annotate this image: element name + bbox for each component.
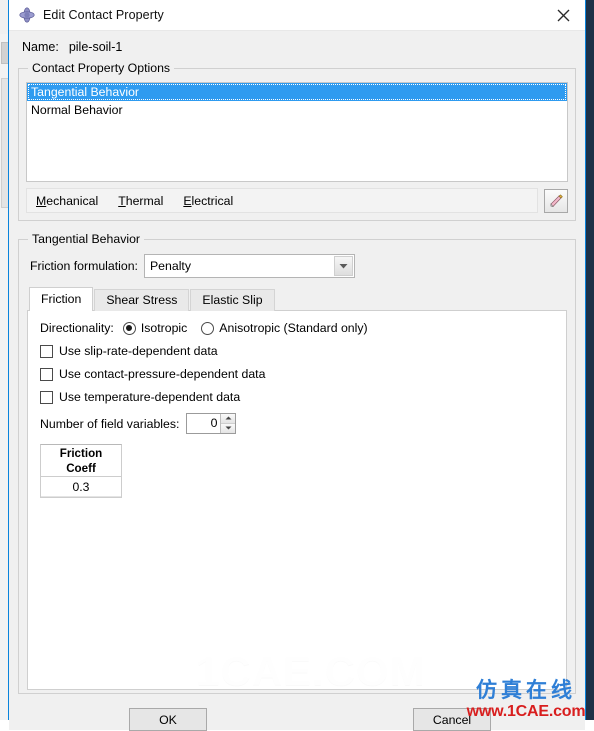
table-header-line2: Coeff [41, 461, 121, 476]
checkbox-slip-rate-box [40, 345, 53, 358]
behavior-menubar: Mechanical Thermal Electrical [26, 188, 538, 213]
behavior-listbox[interactable]: Tangential Behavior Normal Behavior [26, 82, 568, 182]
tab-elastic-slip[interactable]: Elastic Slip [190, 289, 274, 311]
behavior-menu-row: Mechanical Thermal Electrical [26, 188, 568, 213]
dialog-button-bar: OK Cancel [9, 694, 585, 730]
checkbox-slip-rate-label: Use slip-rate-dependent data [59, 344, 218, 358]
friction-formulation-label: Friction formulation: [30, 259, 138, 273]
close-icon[interactable] [541, 0, 585, 30]
friction-coefficient-table[interactable]: Friction Coeff 0.3 [40, 444, 122, 498]
checkbox-contact-pressure-dependent[interactable]: Use contact-pressure-dependent data [40, 367, 554, 381]
field-variables-label: Number of field variables: [40, 417, 179, 431]
stepper-buttons[interactable] [220, 414, 235, 433]
friction-formulation-select[interactable]: Penalty [144, 254, 355, 278]
radio-isotropic[interactable]: Isotropic [123, 321, 187, 335]
field-variables-row: Number of field variables: 0 [40, 413, 554, 434]
directionality-row: Directionality: Isotropic Anisotropic (S… [40, 321, 554, 335]
checkbox-temperature-label: Use temperature-dependent data [59, 390, 240, 404]
checkbox-slip-rate-dependent[interactable]: Use slip-rate-dependent data [40, 344, 554, 358]
watermark-center: 1CAE.COM [196, 647, 426, 690]
stepper-up-icon[interactable] [221, 414, 235, 424]
friction-tabstrip: Friction Shear Stress Elastic Slip [27, 287, 567, 311]
contact-property-options-label: Contact Property Options [28, 61, 174, 75]
directionality-label: Directionality: [40, 321, 114, 335]
dialog-title: Edit Contact Property [43, 8, 164, 22]
field-variables-stepper[interactable]: 0 [186, 413, 236, 434]
friction-tab-panel: Directionality: Isotropic Anisotropic (S… [27, 310, 567, 690]
stepper-down-icon[interactable] [221, 424, 235, 434]
dialog-body: Name: pile-soil-1 Contact Property Optio… [9, 31, 585, 694]
radio-anisotropic[interactable]: Anisotropic (Standard only) [201, 321, 367, 335]
checkbox-contact-pressure-box [40, 368, 53, 381]
radio-isotropic-label: Isotropic [141, 321, 187, 335]
checkbox-temperature-box [40, 391, 53, 404]
tangential-behavior-label: Tangential Behavior [28, 232, 144, 246]
name-value: pile-soil-1 [69, 40, 123, 54]
list-item-normal-behavior[interactable]: Normal Behavior [27, 101, 567, 119]
table-header-friction-coeff: Friction Coeff [41, 445, 121, 477]
friction-formulation-row: Friction formulation: Penalty [27, 254, 567, 278]
radio-isotropic-dot [123, 322, 136, 335]
name-label: Name: [22, 40, 59, 54]
menu-item-thermal[interactable]: Thermal [118, 194, 163, 208]
table-row[interactable]: 0.3 [41, 477, 121, 497]
friction-formulation-value: Penalty [145, 259, 191, 273]
edit-contact-property-dialog: Edit Contact Property Name: pile-soil-1 … [8, 0, 586, 720]
tab-shear-stress[interactable]: Shear Stress [94, 289, 189, 311]
chevron-down-icon[interactable] [334, 256, 353, 276]
menu-item-electrical[interactable]: Electrical [183, 194, 233, 208]
radio-anisotropic-label: Anisotropic (Standard only) [219, 321, 367, 335]
checkbox-temperature-dependent[interactable]: Use temperature-dependent data [40, 390, 554, 404]
tangential-behavior-group: Tangential Behavior Friction formulation… [18, 239, 576, 694]
eraser-pencil-icon[interactable] [544, 189, 568, 213]
list-item-tangential-behavior[interactable]: Tangential Behavior [27, 83, 567, 101]
abaqus-star-icon [17, 5, 37, 25]
name-row: Name: pile-soil-1 [18, 31, 576, 61]
contact-property-options-group: Contact Property Options Tangential Beha… [18, 68, 576, 221]
tab-friction[interactable]: Friction [29, 287, 93, 311]
radio-anisotropic-dot [201, 322, 214, 335]
table-header-line1: Friction [41, 446, 121, 461]
checkbox-contact-pressure-label: Use contact-pressure-dependent data [59, 367, 265, 381]
menu-item-mechanical[interactable]: Mechanical [36, 194, 98, 208]
dialog-titlebar[interactable]: Edit Contact Property [9, 0, 585, 31]
field-variables-value: 0 [187, 414, 220, 433]
